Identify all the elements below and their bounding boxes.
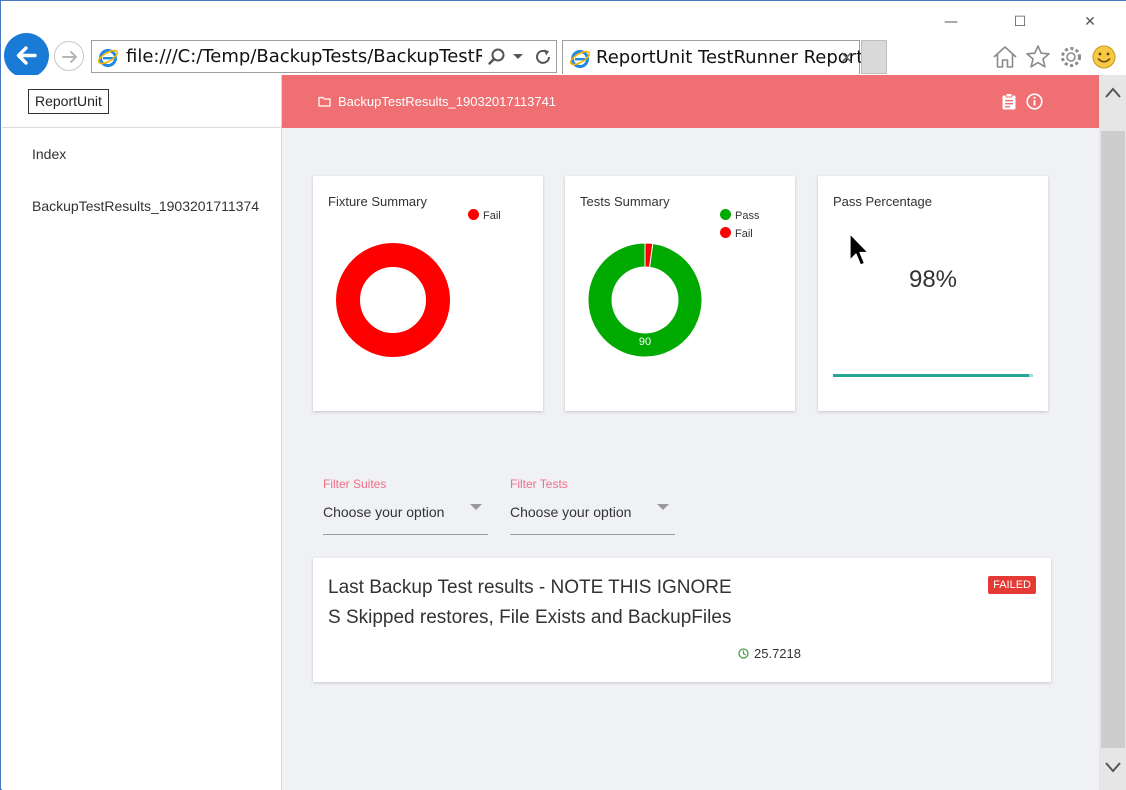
settings-icon[interactable] [1057, 43, 1085, 71]
filter-tests-label: Filter Tests [510, 477, 568, 491]
fixture-donut-chart [336, 243, 450, 357]
legend-swatch-fail [468, 209, 479, 220]
refresh-icon[interactable] [532, 46, 554, 68]
browser-window: — ☐ ✕ file:///C:/Temp/BackupTests/Backup… [0, 0, 1126, 790]
minimize-button[interactable]: — [936, 11, 966, 33]
clock-icon [738, 648, 749, 659]
pass-percentage-bar [833, 374, 1033, 377]
scroll-down-icon[interactable] [1103, 757, 1123, 777]
legend-item-pass[interactable]: Pass [720, 209, 759, 222]
new-tab-button[interactable] [861, 40, 887, 74]
chevron-down-icon[interactable] [657, 504, 669, 510]
maximize-button[interactable]: ☐ [1005, 11, 1035, 33]
fixture-summary-card: Fixture Summary Fail [313, 176, 543, 411]
scroll-thumb[interactable] [1101, 131, 1125, 748]
donut-data-label: 90 [639, 336, 651, 348]
sidebar-item-index[interactable]: Index [32, 146, 66, 162]
filter-suites-label: Filter Suites [323, 477, 387, 491]
pass-percentage-value: 98% [908, 266, 958, 293]
suite-duration-value: 25.7218 [754, 646, 801, 661]
pass-percentage-card: Pass Percentage 98% [818, 176, 1048, 411]
home-icon[interactable] [991, 43, 1019, 71]
report-page: ReportUnit Index BackupTestResults_19032… [2, 75, 1099, 790]
smiley-icon[interactable] [1090, 43, 1118, 71]
forward-icon [62, 51, 77, 63]
close-window-button[interactable]: ✕ [1075, 11, 1105, 33]
scroll-up-icon[interactable] [1103, 83, 1123, 103]
legend-swatch-pass [720, 209, 731, 220]
sidebar: ReportUnit Index BackupTestResults_19032… [2, 75, 282, 790]
legend-swatch-fail [720, 227, 731, 238]
report-title: BackupTestResults_19032017113741 [338, 94, 557, 109]
tests-donut-chart: 90 [587, 242, 703, 358]
pass-percentage-title: Pass Percentage [833, 194, 933, 209]
suite-title[interactable]: Last Backup Test results - NOTE THIS IGN… [328, 573, 738, 633]
tests-summary-card: Tests Summary Pass Fail 90 [565, 176, 795, 411]
brand-logo[interactable]: ReportUnit [28, 89, 109, 114]
folder-icon [318, 96, 331, 107]
legend-item-fail[interactable]: Fail [468, 209, 501, 222]
back-button[interactable] [4, 33, 49, 78]
filter-tests-value[interactable]: Choose your option [510, 504, 631, 520]
filter-underline [510, 534, 675, 535]
favorites-icon[interactable] [1024, 43, 1052, 71]
search-icon[interactable] [487, 47, 507, 67]
sidebar-divider [2, 127, 282, 128]
page-scrollbar[interactable] [1099, 75, 1126, 790]
filter-suites-select[interactable]: Filter Suites Choose your option [323, 477, 488, 535]
mouse-cursor-icon [849, 233, 869, 266]
tab-close-button[interactable]: × [839, 47, 854, 69]
clipboard-icon[interactable] [1001, 93, 1017, 110]
ie-logo-icon [97, 49, 119, 67]
ie-logo-icon [569, 50, 591, 68]
legend-label-pass: Pass [735, 210, 760, 222]
chevron-down-icon[interactable] [470, 504, 482, 510]
tab-title: ReportUnit TestRunner Report [596, 47, 864, 68]
tests-summary-title: Tests Summary [580, 194, 670, 209]
legend-label-fail: Fail [483, 210, 501, 222]
address-text[interactable]: file:///C:/Temp/BackupTests/BackupTestRe… [126, 46, 482, 68]
browser-chrome: — ☐ ✕ file:///C:/Temp/BackupTests/Backup… [1, 1, 1126, 78]
sidebar-item-backup-results[interactable]: BackupTestResults_1903201711374 [32, 198, 259, 214]
suite-result-card[interactable]: Last Backup Test results - NOTE THIS IGN… [313, 558, 1051, 682]
pass-percentage-fill [833, 374, 1029, 377]
legend-item-fail[interactable]: Fail [720, 227, 753, 240]
back-icon [16, 46, 37, 65]
legend-label-fail: Fail [735, 228, 753, 240]
fixture-summary-title: Fixture Summary [328, 194, 427, 209]
filter-underline [323, 534, 488, 535]
suite-duration: 25.7218 [738, 646, 801, 661]
filter-suites-value[interactable]: Choose your option [323, 504, 444, 520]
info-icon[interactable] [1026, 93, 1043, 110]
forward-button[interactable] [54, 41, 84, 71]
status-badge: FAILED [988, 576, 1036, 594]
filter-tests-select[interactable]: Filter Tests Choose your option [510, 477, 675, 535]
tab-report[interactable]: ReportUnit TestRunner Report × [562, 40, 864, 74]
dropdown-icon[interactable] [512, 52, 524, 62]
address-bar[interactable]: file:///C:/Temp/BackupTests/BackupTestRe… [91, 40, 557, 73]
report-header: BackupTestResults_19032017113741 [282, 75, 1099, 128]
donut-slice-fail[interactable] [336, 243, 450, 357]
